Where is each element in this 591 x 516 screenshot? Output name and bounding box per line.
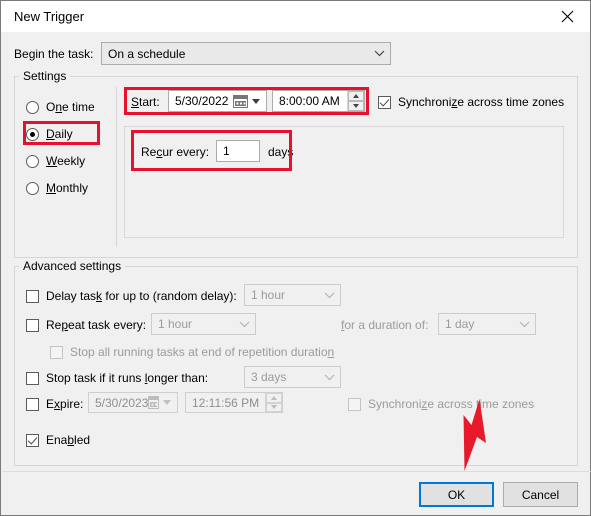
settings-divider <box>116 87 117 247</box>
start-time-value: 8:00:00 AM <box>279 94 340 108</box>
expire-time-value: 12:11:56 PM <box>192 395 260 410</box>
chevron-down-icon[interactable] <box>252 98 260 104</box>
radio-indicator <box>26 154 39 168</box>
expire-label: Expire: <box>46 397 84 411</box>
expire-time-field[interactable]: 12:11:56 PM <box>185 392 283 413</box>
advanced-settings-group-title: Advanced settings <box>19 259 126 273</box>
title-bar: New Trigger <box>1 1 590 32</box>
spinner-up-button[interactable] <box>266 393 282 403</box>
delay-task-label: Delay task for up to (random delay): <box>46 289 237 303</box>
start-time-field[interactable]: 8:00:00 AM <box>272 90 365 112</box>
stop-task-checkbox[interactable]: Stop task if it runs longer than: <box>26 371 208 385</box>
checkbox-indicator <box>378 95 391 109</box>
stop-task-combobox[interactable]: 3 days <box>244 366 341 388</box>
radio-monthly-label: Monthly <box>46 181 89 195</box>
repeat-task-label: Repeat task every: <box>46 318 147 332</box>
footer-separator <box>2 471 591 472</box>
chevron-down-icon <box>318 374 340 381</box>
sync-time-zones-checkbox[interactable]: Synchronize across time zones <box>378 95 564 109</box>
start-date-value: 5/30/2022 <box>175 94 229 108</box>
expire-checkbox[interactable]: Expire: <box>26 397 83 411</box>
recur-every-input[interactable]: 1 <box>216 140 260 162</box>
spinner-down-button[interactable] <box>348 101 364 111</box>
start-date-field[interactable]: 5/30/2022 <box>168 90 267 112</box>
checkbox-indicator <box>26 433 39 447</box>
chevron-down-icon <box>513 321 535 328</box>
calendar-icon[interactable] <box>233 94 248 108</box>
chevron-down-icon <box>318 292 340 299</box>
stop-task-value: 3 days <box>251 370 287 384</box>
begin-task-label-rest: in the task: <box>35 47 94 61</box>
expire-date-value: 5/30/2023 <box>95 395 149 410</box>
expire-sync-checkbox: Synchronize across time zones <box>348 397 534 411</box>
stop-task-label: Stop task if it runs longer than: <box>46 371 209 385</box>
chevron-down-icon[interactable] <box>163 400 171 405</box>
settings-group-title: Settings <box>19 69 71 83</box>
duration-value: 1 day <box>445 317 475 331</box>
duration-combobox[interactable]: 1 day <box>438 313 536 335</box>
recur-every-value: 1 <box>223 144 230 158</box>
cancel-button-label: Cancel <box>521 487 560 502</box>
delay-task-combobox[interactable]: 1 hour <box>244 284 341 306</box>
begin-task-label: Begin the task: <box>14 47 94 61</box>
radio-indicator <box>26 100 39 114</box>
radio-one-time-label: One time <box>46 100 95 114</box>
chevron-down-icon <box>368 50 390 57</box>
spinner-up-button[interactable] <box>348 91 364 101</box>
start-label: Start: <box>131 95 160 109</box>
repeat-task-combobox[interactable]: 1 hour <box>151 313 256 335</box>
new-trigger-dialog: New Trigger Begin the task: On a schedul… <box>0 0 591 516</box>
repeat-task-checkbox[interactable]: Repeat task every: <box>26 318 146 332</box>
checkbox-indicator <box>26 397 39 411</box>
radio-weekly[interactable]: Weekly <box>26 154 85 168</box>
enabled-checkbox[interactable]: Enabled <box>26 433 90 447</box>
expire-sync-label: Synchronize across time zones <box>368 397 535 411</box>
checkbox-indicator <box>26 289 39 303</box>
delay-task-value: 1 hour <box>251 288 286 302</box>
delay-task-checkbox[interactable]: Delay task for up to (random delay): <box>26 289 237 303</box>
begin-task-combobox[interactable]: On a schedule <box>101 42 391 65</box>
radio-daily[interactable]: Daily <box>26 127 73 141</box>
time-spinner[interactable] <box>265 393 282 412</box>
checkbox-indicator <box>26 318 39 332</box>
radio-monthly[interactable]: Monthly <box>26 181 88 195</box>
radio-daily-label: Daily <box>46 127 73 141</box>
checkbox-indicator <box>26 371 39 385</box>
ok-button[interactable]: OK <box>419 482 494 507</box>
radio-indicator <box>26 181 39 195</box>
radio-indicator <box>26 127 39 141</box>
checkbox-indicator <box>50 345 63 359</box>
chevron-down-icon <box>233 321 255 328</box>
enabled-label: Enabled <box>46 433 91 447</box>
close-icon[interactable] <box>545 1 590 31</box>
recur-unit-label: days <box>268 145 294 159</box>
spinner-down-button[interactable] <box>266 402 282 412</box>
sync-time-zones-label: Synchronize across time zones <box>398 95 565 109</box>
stop-repetition-checkbox: Stop all running tasks at end of repetit… <box>50 345 334 359</box>
schedule-detail-panel <box>124 126 564 238</box>
checkbox-indicator <box>348 397 361 411</box>
window-title: New Trigger <box>14 9 85 24</box>
radio-weekly-label: Weekly <box>46 154 86 168</box>
begin-task-value: On a schedule <box>108 46 186 61</box>
duration-label: for a duration of: <box>341 318 429 332</box>
expire-date-field[interactable]: 5/30/2023 <box>88 392 178 413</box>
recur-every-label: Recur every: <box>141 145 210 159</box>
calendar-icon[interactable] <box>148 396 159 409</box>
time-spinner[interactable] <box>347 91 364 111</box>
cancel-button[interactable]: Cancel <box>503 482 578 507</box>
radio-one-time[interactable]: One time <box>26 100 95 114</box>
repeat-task-value: 1 hour <box>158 317 193 331</box>
ok-button-label: OK <box>447 487 466 502</box>
stop-repetition-label: Stop all running tasks at end of repetit… <box>70 345 335 359</box>
